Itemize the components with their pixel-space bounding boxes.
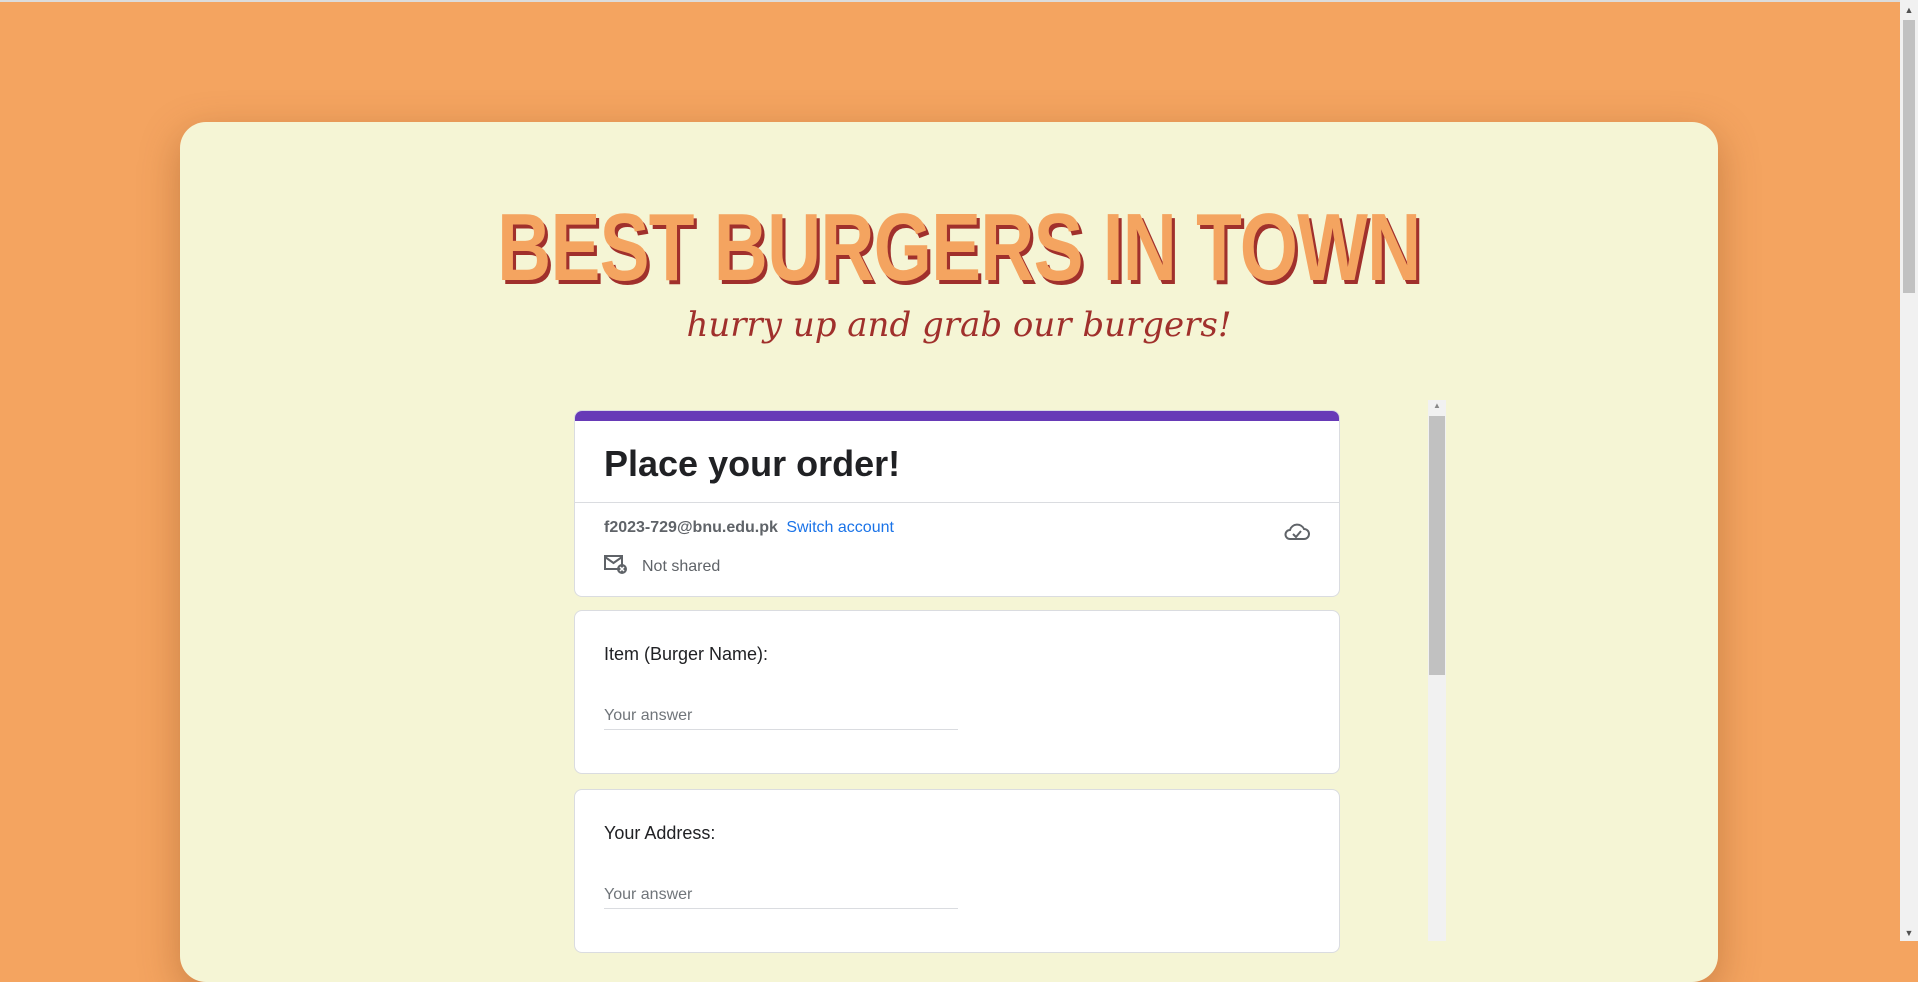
mail-off-icon (604, 553, 642, 580)
page-scrollbar[interactable]: ▲ ▼ (1900, 0, 1918, 941)
question-card: Your Address: (574, 789, 1340, 953)
shared-status-text: Not shared (642, 557, 721, 575)
question-label: Your Address: (604, 823, 716, 843)
question-card: Item (Burger Name): (574, 610, 1340, 774)
question-label: Item (Burger Name): (604, 644, 769, 664)
form-header-card: Place your order! f2023-729@bnu.edu.pk S… (574, 410, 1340, 597)
shared-status-row: Not shared (604, 553, 720, 580)
account-row: f2023-729@bnu.edu.pk Switch account (604, 519, 894, 537)
header-divider (575, 502, 1339, 503)
embedded-form: Place your order! f2023-729@bnu.edu.pk S… (574, 410, 1340, 953)
form-scroll-up-icon[interactable]: ▲ (1428, 400, 1446, 412)
hero-title: BEST BURGERS IN TOWN (497, 194, 1421, 301)
hero-subtitle: hurry up and grab our burgers! (686, 305, 1232, 345)
form-scroll-thumb[interactable] (1429, 416, 1445, 675)
scroll-down-icon[interactable]: ▼ (1900, 925, 1918, 941)
page-scroll-thumb[interactable] (1903, 20, 1915, 293)
form-accent-bar (575, 411, 1339, 421)
switch-account-link[interactable]: Switch account (786, 519, 894, 536)
account-email: f2023-729@bnu.edu.pk (604, 519, 778, 536)
address-input[interactable] (604, 882, 958, 909)
form-title: Place your order! (604, 443, 901, 484)
scroll-up-icon[interactable]: ▲ (1900, 2, 1918, 18)
burger-name-input[interactable] (604, 703, 958, 730)
form-scrollbar[interactable]: ▲ (1428, 400, 1446, 941)
browser-top-border (0, 0, 1900, 2)
cloud-check-icon (1283, 521, 1311, 543)
